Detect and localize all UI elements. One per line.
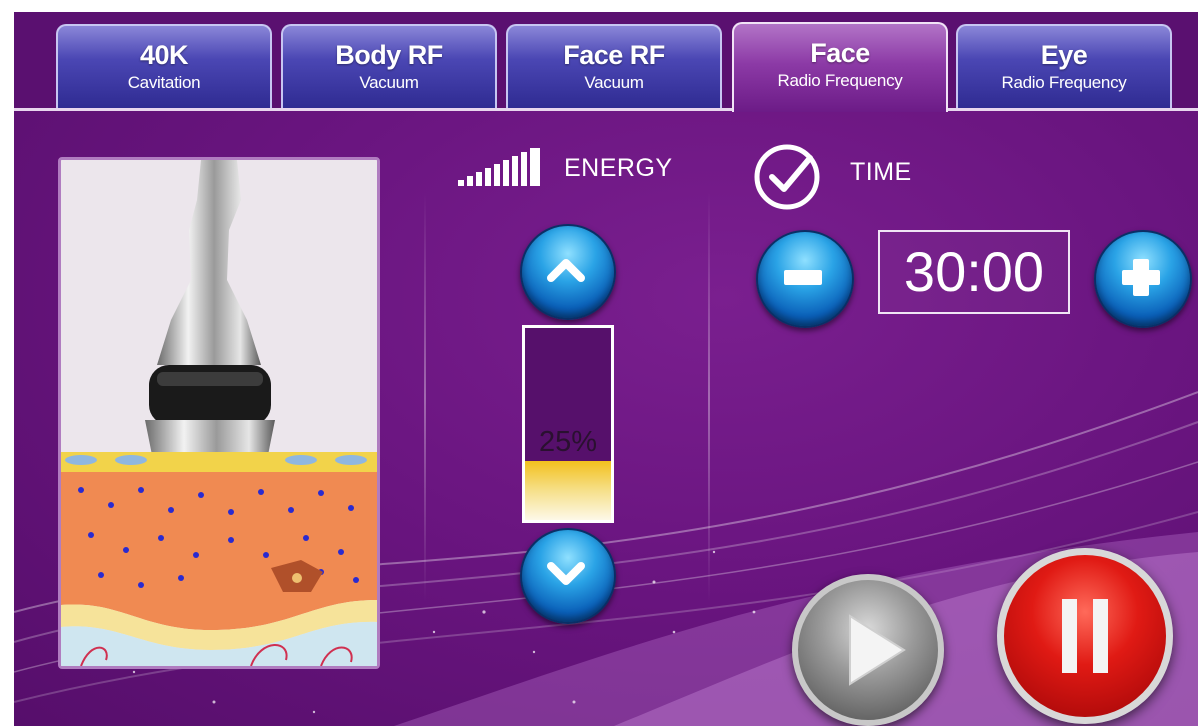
mode-tab-bar: 40K Cavitation Body RF Vacuum Face RF Va…	[14, 12, 1198, 112]
signal-bars-icon	[458, 148, 540, 186]
tab-title: Face RF	[563, 40, 665, 70]
tab-face-radio-frequency[interactable]: Face Radio Frequency	[732, 22, 948, 112]
tab-body-rf-vacuum[interactable]: Body RF Vacuum	[281, 24, 497, 108]
tab-title: 40K	[139, 40, 189, 70]
time-increase-button[interactable]	[1094, 230, 1192, 328]
tab-title: Face	[810, 38, 870, 68]
energy-level-text: 25%	[538, 426, 598, 458]
tab-face-rf-vacuum[interactable]: Face RF Vacuum	[506, 24, 722, 108]
plus-icon	[1122, 259, 1160, 296]
play-button[interactable]	[792, 574, 944, 726]
tab-subtitle: Cavitation	[127, 73, 201, 92]
energy-label: ENERGY	[564, 154, 673, 182]
column-divider	[424, 192, 426, 602]
checkmark-circle-icon	[754, 144, 820, 210]
rf-handpiece-skin-diagram	[61, 160, 377, 666]
pause-button[interactable]	[997, 548, 1173, 724]
tab-title: Body RF	[335, 40, 443, 70]
tab-title: Eye	[1040, 40, 1088, 70]
energy-up-button[interactable]	[520, 224, 616, 320]
device-screen: 40K Cavitation Body RF Vacuum Face RF Va…	[14, 12, 1198, 726]
tab-subtitle: Radio Frequency	[777, 71, 903, 90]
minus-icon	[784, 270, 822, 285]
play-icon	[849, 614, 906, 686]
chevron-down-icon	[547, 562, 585, 585]
tab-subtitle: Vacuum	[584, 73, 644, 92]
treatment-illustration	[58, 157, 380, 669]
tab-eye-radio-frequency[interactable]: Eye Radio Frequency	[956, 24, 1172, 108]
tab-subtitle: Radio Frequency	[1001, 73, 1127, 92]
time-label: TIME	[850, 158, 912, 186]
tab-subtitle: Vacuum	[359, 73, 419, 92]
pause-icon	[1062, 599, 1108, 673]
energy-level-bar: 25%	[522, 325, 614, 523]
tab-40k-cavitation[interactable]: 40K Cavitation	[56, 24, 272, 108]
energy-down-button[interactable]	[520, 528, 616, 624]
energy-level-fill	[525, 461, 611, 520]
column-divider	[708, 192, 710, 602]
time-display: 30:00	[878, 230, 1070, 314]
time-decrease-button[interactable]	[756, 230, 854, 328]
chevron-up-icon	[547, 259, 585, 282]
